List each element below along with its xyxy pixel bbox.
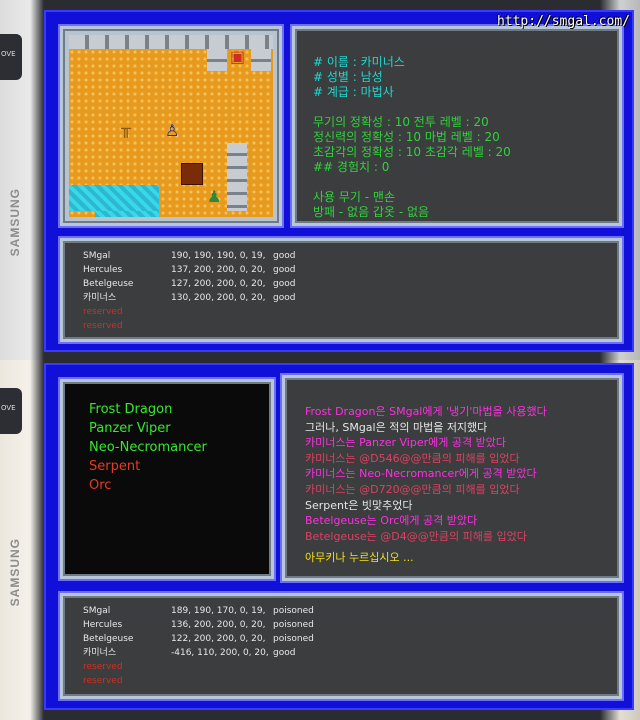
continue-prompt[interactable]: 아무키나 누르십시오 ... — [305, 550, 599, 566]
party-member-row[interactable]: 카미너스 130, 200, 200, 0, 20, good — [83, 291, 599, 305]
party-member-name: 카미너스 — [83, 648, 117, 658]
party-member-row[interactable]: reserved — [83, 674, 599, 688]
npc-icon: ♟ — [207, 187, 222, 206]
character-info-line: 사용 무기 - 맨손 — [313, 190, 396, 204]
party-member-stats: 130, 200, 200, 0, 20, — [171, 293, 266, 303]
battle-log-line: Frost Dragon은 SMgal에게 '냉기'마법을 사용했다 — [305, 405, 547, 418]
door-icon: ▣ — [230, 47, 246, 66]
party-member-row[interactable]: reserved — [83, 319, 599, 333]
enemy-name[interactable]: Neo-Necromancer — [89, 438, 245, 457]
enemy-name[interactable]: Frost Dragon — [89, 400, 245, 419]
watermark-url: http://smgal.com/ — [496, 14, 630, 29]
battle-log-line: 카미너스는 Neo-Necromancer에게 공격 받았다 — [305, 467, 537, 481]
party-member-name: Betelgeuse — [83, 634, 134, 644]
party-member-row[interactable]: Hercules 136, 200, 200, 0, 20, poisoned — [83, 618, 599, 632]
character-info-line: 초감각의 정확성 : 10 초감각 레벨 : 20 — [313, 145, 511, 159]
party-member-name: SMgal — [83, 251, 111, 261]
party-member-condition: good — [273, 279, 296, 289]
party-member-condition: good — [273, 251, 296, 261]
party-member-row[interactable]: Betelgeuse 127, 200, 200, 0, 20, good — [83, 277, 599, 291]
party-member-stats — [171, 319, 273, 333]
battle-log-panel: Frost Dragon은 SMgal에게 '냉기'마법을 사용했다그러나, S… — [282, 375, 622, 581]
map-pit — [181, 163, 203, 185]
hardware-button-label: OVE — [1, 404, 16, 412]
character-info-line — [313, 175, 601, 190]
hardware-button[interactable]: OVE — [0, 34, 22, 80]
party-member-name: reserved — [83, 662, 123, 672]
character-info-line: 정신력의 정확성 : 10 마법 레벨 : 20 — [313, 130, 500, 144]
party-member-condition: poisoned — [273, 606, 314, 616]
battle-log-line: 카미너스는 @D546@@만큼의 피해를 입었다 — [305, 451, 520, 465]
party-member-stats: 136, 200, 200, 0, 20, — [171, 620, 266, 630]
party-member-row[interactable]: Hercules 137, 200, 200, 0, 20, good — [83, 263, 599, 277]
party-member-name: Hercules — [83, 620, 123, 630]
party-member-stats: 137, 200, 200, 0, 20, — [171, 265, 266, 275]
map-water — [95, 211, 159, 217]
signpost-icon: ╥ — [121, 119, 131, 138]
battle-log-line: 그러나, SMgal은 적의 마법을 저지했다 — [305, 420, 488, 434]
battle-log-line: Betelgeuse는 Orc에게 공격 받았다 — [305, 514, 478, 528]
party-member-condition: poisoned — [273, 634, 314, 644]
party-member-row[interactable]: SMgal 189, 190, 170, 0, 19, poisoned — [83, 604, 599, 618]
enemy-list-panel: Frost Dragon Panzer Viper Neo-Necromancer S… — [60, 379, 274, 579]
device-brand-logo: SAMSUNG — [8, 188, 22, 257]
party-member-name: Hercules — [83, 265, 123, 275]
game-screen-battle: Frost Dragon Panzer Viper Neo-Necromancer S… — [44, 363, 634, 710]
enemy-name[interactable]: Panzer Viper — [89, 419, 245, 438]
player-party-icon: ♙ — [165, 121, 180, 140]
party-member-stats: 190, 190, 190, 0, 19, — [171, 251, 266, 261]
party-member-stats — [171, 305, 273, 319]
dungeon-map[interactable]: ▣ ╥ ♙ ♟ — [69, 35, 273, 217]
device-brand-logo: SAMSUNG — [8, 538, 22, 607]
party-member-name: SMgal — [83, 606, 111, 616]
battle-log-line: 카미너스는 @D720@@만큼의 피해를 입었다 — [305, 482, 520, 496]
party-member-stats: -416, 110, 200, 0, 20, — [171, 648, 269, 658]
character-info-line: ## 경험치 : 0 — [313, 160, 390, 174]
party-member-stats: 127, 200, 200, 0, 20, — [171, 279, 266, 289]
map-wall-segment — [251, 49, 271, 71]
party-member-name: Betelgeuse — [83, 279, 134, 289]
party-member-stats: 189, 190, 170, 0, 19, — [171, 606, 266, 616]
map-wall-segment — [207, 49, 227, 71]
character-info-line: 무기의 정확성 : 10 전투 레벨 : 20 — [313, 115, 489, 129]
character-info-panel: # 이름 : 카미너스 # 성별 : 남성 # 계급 : 마법사 무기의 정확성 :… — [292, 26, 622, 226]
party-member-name: 카미너스 — [83, 293, 117, 303]
map-wall-pillar — [227, 143, 247, 211]
hardware-button[interactable]: OVE — [0, 388, 22, 434]
enemy-name[interactable]: Serpent — [89, 457, 245, 476]
party-member-stats — [171, 674, 273, 688]
character-info-line — [313, 100, 601, 115]
party-member-row[interactable]: SMgal 190, 190, 190, 0, 19, good — [83, 249, 599, 263]
battle-log-line: Serpent은 빗맞추었다 — [305, 498, 413, 512]
battle-log-line: Betelgeuse는 @D4@@만큼의 피해를 입었다 — [305, 529, 527, 543]
party-member-row[interactable]: reserved — [83, 305, 599, 319]
party-status-panel: SMgal 189, 190, 170, 0, 19, poisoned Hercul… — [60, 593, 622, 699]
map-water — [69, 185, 159, 211]
party-member-condition: good — [273, 265, 296, 275]
party-member-name: reserved — [83, 676, 123, 686]
map-panel: ▣ ╥ ♙ ♟ — [60, 26, 282, 226]
party-member-row[interactable]: Betelgeuse 122, 200, 200, 0, 20, poisoned — [83, 632, 599, 646]
enemy-name[interactable]: Orc — [89, 476, 245, 495]
party-member-name: reserved — [83, 321, 123, 331]
character-info-line: # 이름 : 카미너스 — [313, 55, 405, 69]
party-member-row[interactable]: 카미너스 -416, 110, 200, 0, 20, good — [83, 646, 599, 660]
party-member-stats — [171, 660, 273, 674]
party-member-name: reserved — [83, 307, 123, 317]
party-member-condition: poisoned — [273, 620, 314, 630]
hardware-button-label: OVE — [1, 50, 16, 58]
character-info-line: # 성별 : 남성 — [313, 70, 383, 84]
party-member-row[interactable]: reserved — [83, 660, 599, 674]
party-member-stats: 122, 200, 200, 0, 20, — [171, 634, 266, 644]
battle-log-line: 카미너스는 Panzer Viper에게 공격 받았다 — [305, 436, 506, 450]
game-screen-status: ▣ ╥ ♙ ♟ # 이름 : 카미너스 # 성별 : 남성 # 계급 : 마법사 무… — [44, 10, 634, 352]
character-info-line: 방패 - 없음 갑옷 - 없음 — [313, 205, 430, 219]
party-status-panel: SMgal 190, 190, 190, 0, 19, good Hercules 13… — [60, 238, 622, 342]
party-member-condition: good — [273, 293, 296, 303]
character-info-line: # 계급 : 마법사 — [313, 85, 394, 99]
party-member-condition: good — [273, 648, 296, 658]
